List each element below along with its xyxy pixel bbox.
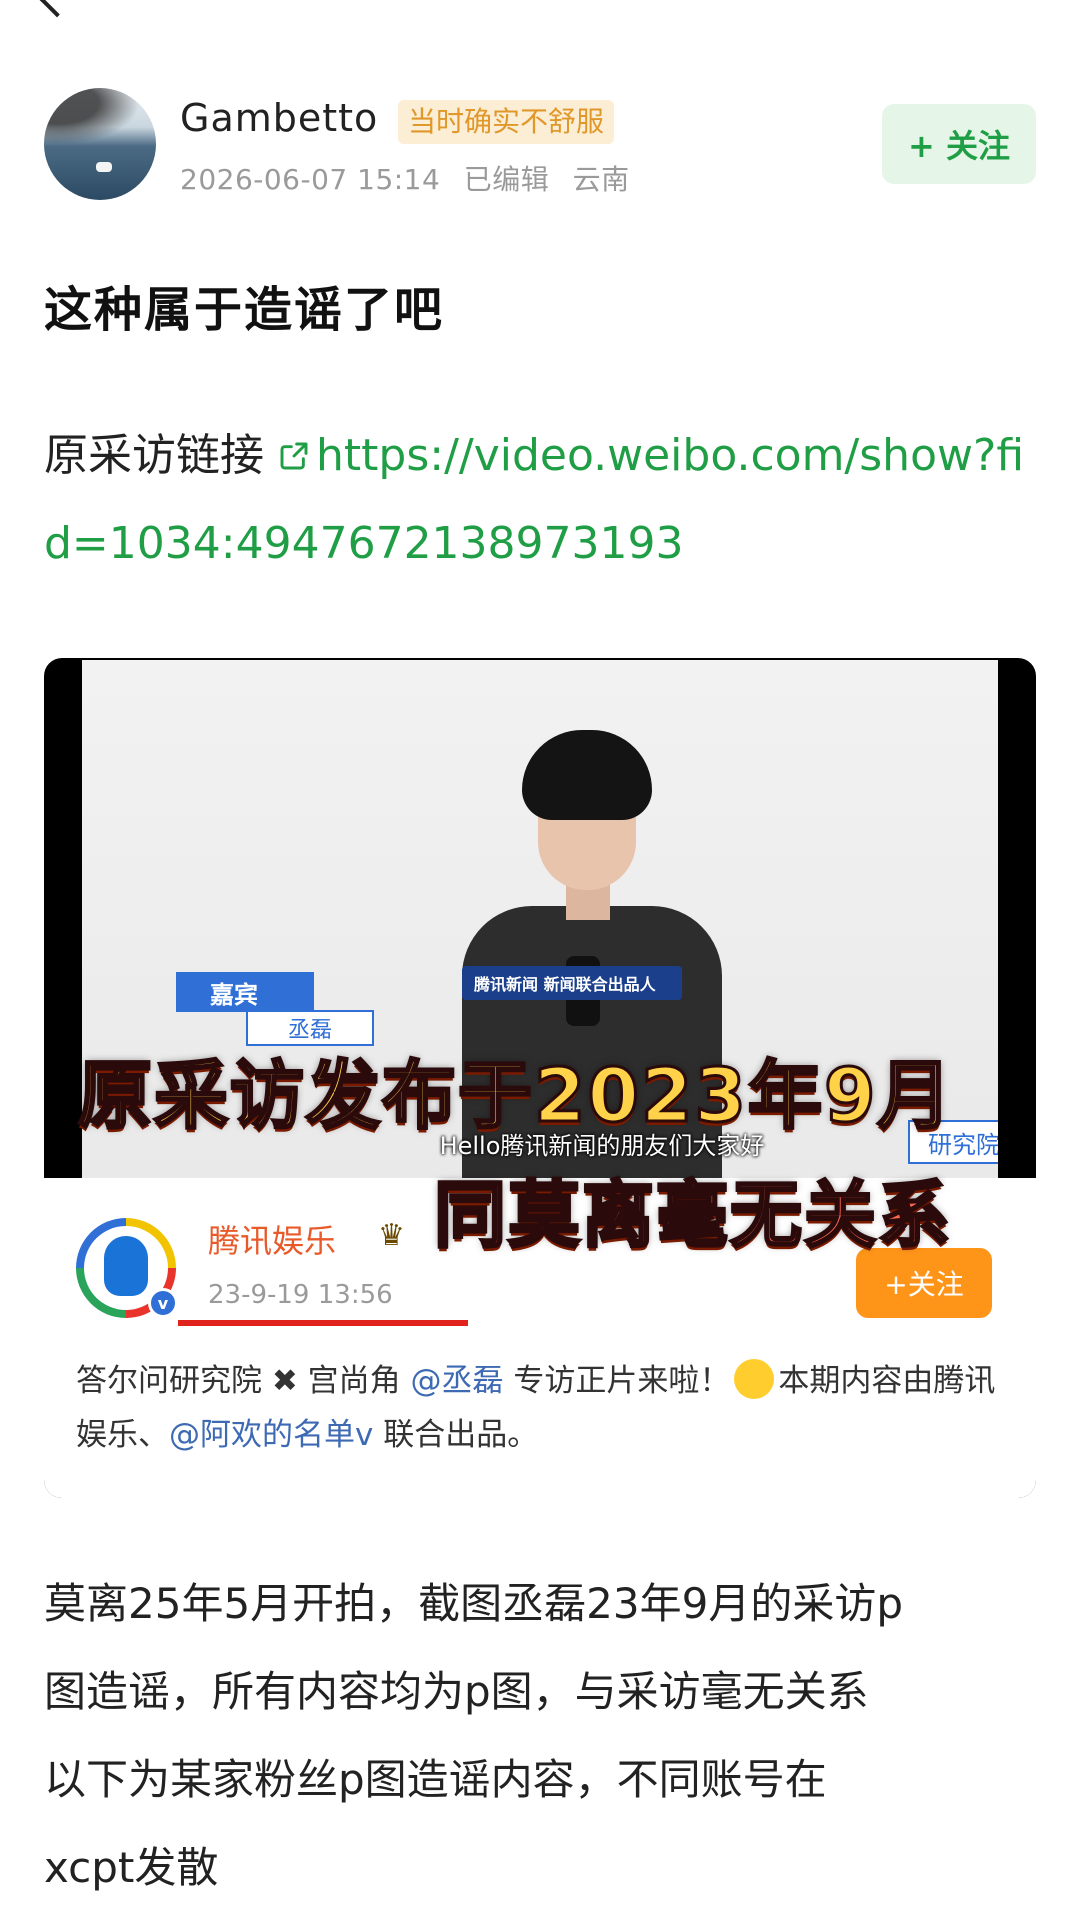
body-line: 莫离25年5月开拍，截图丞磊23年9月的采访p [44, 1579, 903, 1628]
card-account-name: 腾讯娱乐 [208, 1222, 337, 1260]
avatar-tree-shape [44, 88, 154, 152]
username[interactable]: Gambetto [180, 96, 378, 140]
verified-badge-icon: v [148, 1288, 178, 1318]
post-meta: 2026-06-07 15:14 已编辑 云南 [180, 158, 644, 198]
guest-tag: 嘉宾 [176, 972, 314, 1012]
post-body: 莫离25年5月开拍，截图丞磊23年9月的采访p 图造谣，所有内容均为p图，与采访… [44, 1560, 1044, 1907]
post-location: 云南 [572, 163, 630, 196]
user-avatar[interactable] [44, 88, 156, 200]
card-text-part: 联合出品。 [373, 1417, 539, 1453]
laughing-emoji-icon [734, 1359, 775, 1399]
body-line: 图造谣，所有内容均为p图，与采访毫无关系 [44, 1667, 869, 1716]
card-text-part: 答尔问研究院 ✖ 宫尚角 [76, 1363, 411, 1399]
link-label: 原采访链接 [44, 430, 264, 481]
red-underline [178, 1320, 468, 1326]
post-image[interactable]: 腾讯新闻 新闻联合出品人 嘉宾 丞磊 研究院 Hello腾讯新闻的朋友们大家好 … [44, 658, 1036, 1498]
user-status-tag: 当时确实不舒服 [398, 100, 615, 144]
card-text: 答尔问研究院 ✖ 宫尚角 @丞磊 专访正片来啦！ 本期内容由腾讯娱乐、@阿欢的名单… [76, 1354, 1016, 1462]
card-mention: @丞磊 [410, 1363, 504, 1399]
external-link-icon [280, 442, 308, 470]
edited-label: 已编辑 [463, 163, 550, 196]
card-timestamp: 23-9-19 13:56 [208, 1280, 393, 1310]
back-arrow-icon[interactable] [38, 0, 76, 18]
penguin-icon [104, 1236, 148, 1296]
follow-button[interactable]: + 关注 [882, 104, 1036, 184]
card-text-part: 专访正片来啦！ [503, 1363, 731, 1399]
crown-icon: ♛ [378, 1218, 405, 1253]
body-line: xcpt发散 [44, 1843, 219, 1892]
overlay-caption-unrelated: 同莫离毫无关系 [432, 1172, 953, 1259]
post-title: 这种属于造谣了吧 [44, 282, 445, 338]
link-paragraph: 原采访链接 https://video.weibo.com/show?fid=10… [44, 412, 1044, 588]
post-timestamp: 2026-06-07 15:14 [180, 163, 441, 196]
mic-tag: 腾讯新闻 新闻联合出品人 [462, 966, 682, 1000]
body-line: 以下为某家粉丝p图造谣内容，不同账号在 [44, 1755, 827, 1804]
avatar-boat-shape [96, 162, 112, 172]
overlay-caption-date: 原采访发布于2023年9月 [76, 1052, 954, 1141]
card-mention: @阿欢的名单v [169, 1417, 374, 1453]
